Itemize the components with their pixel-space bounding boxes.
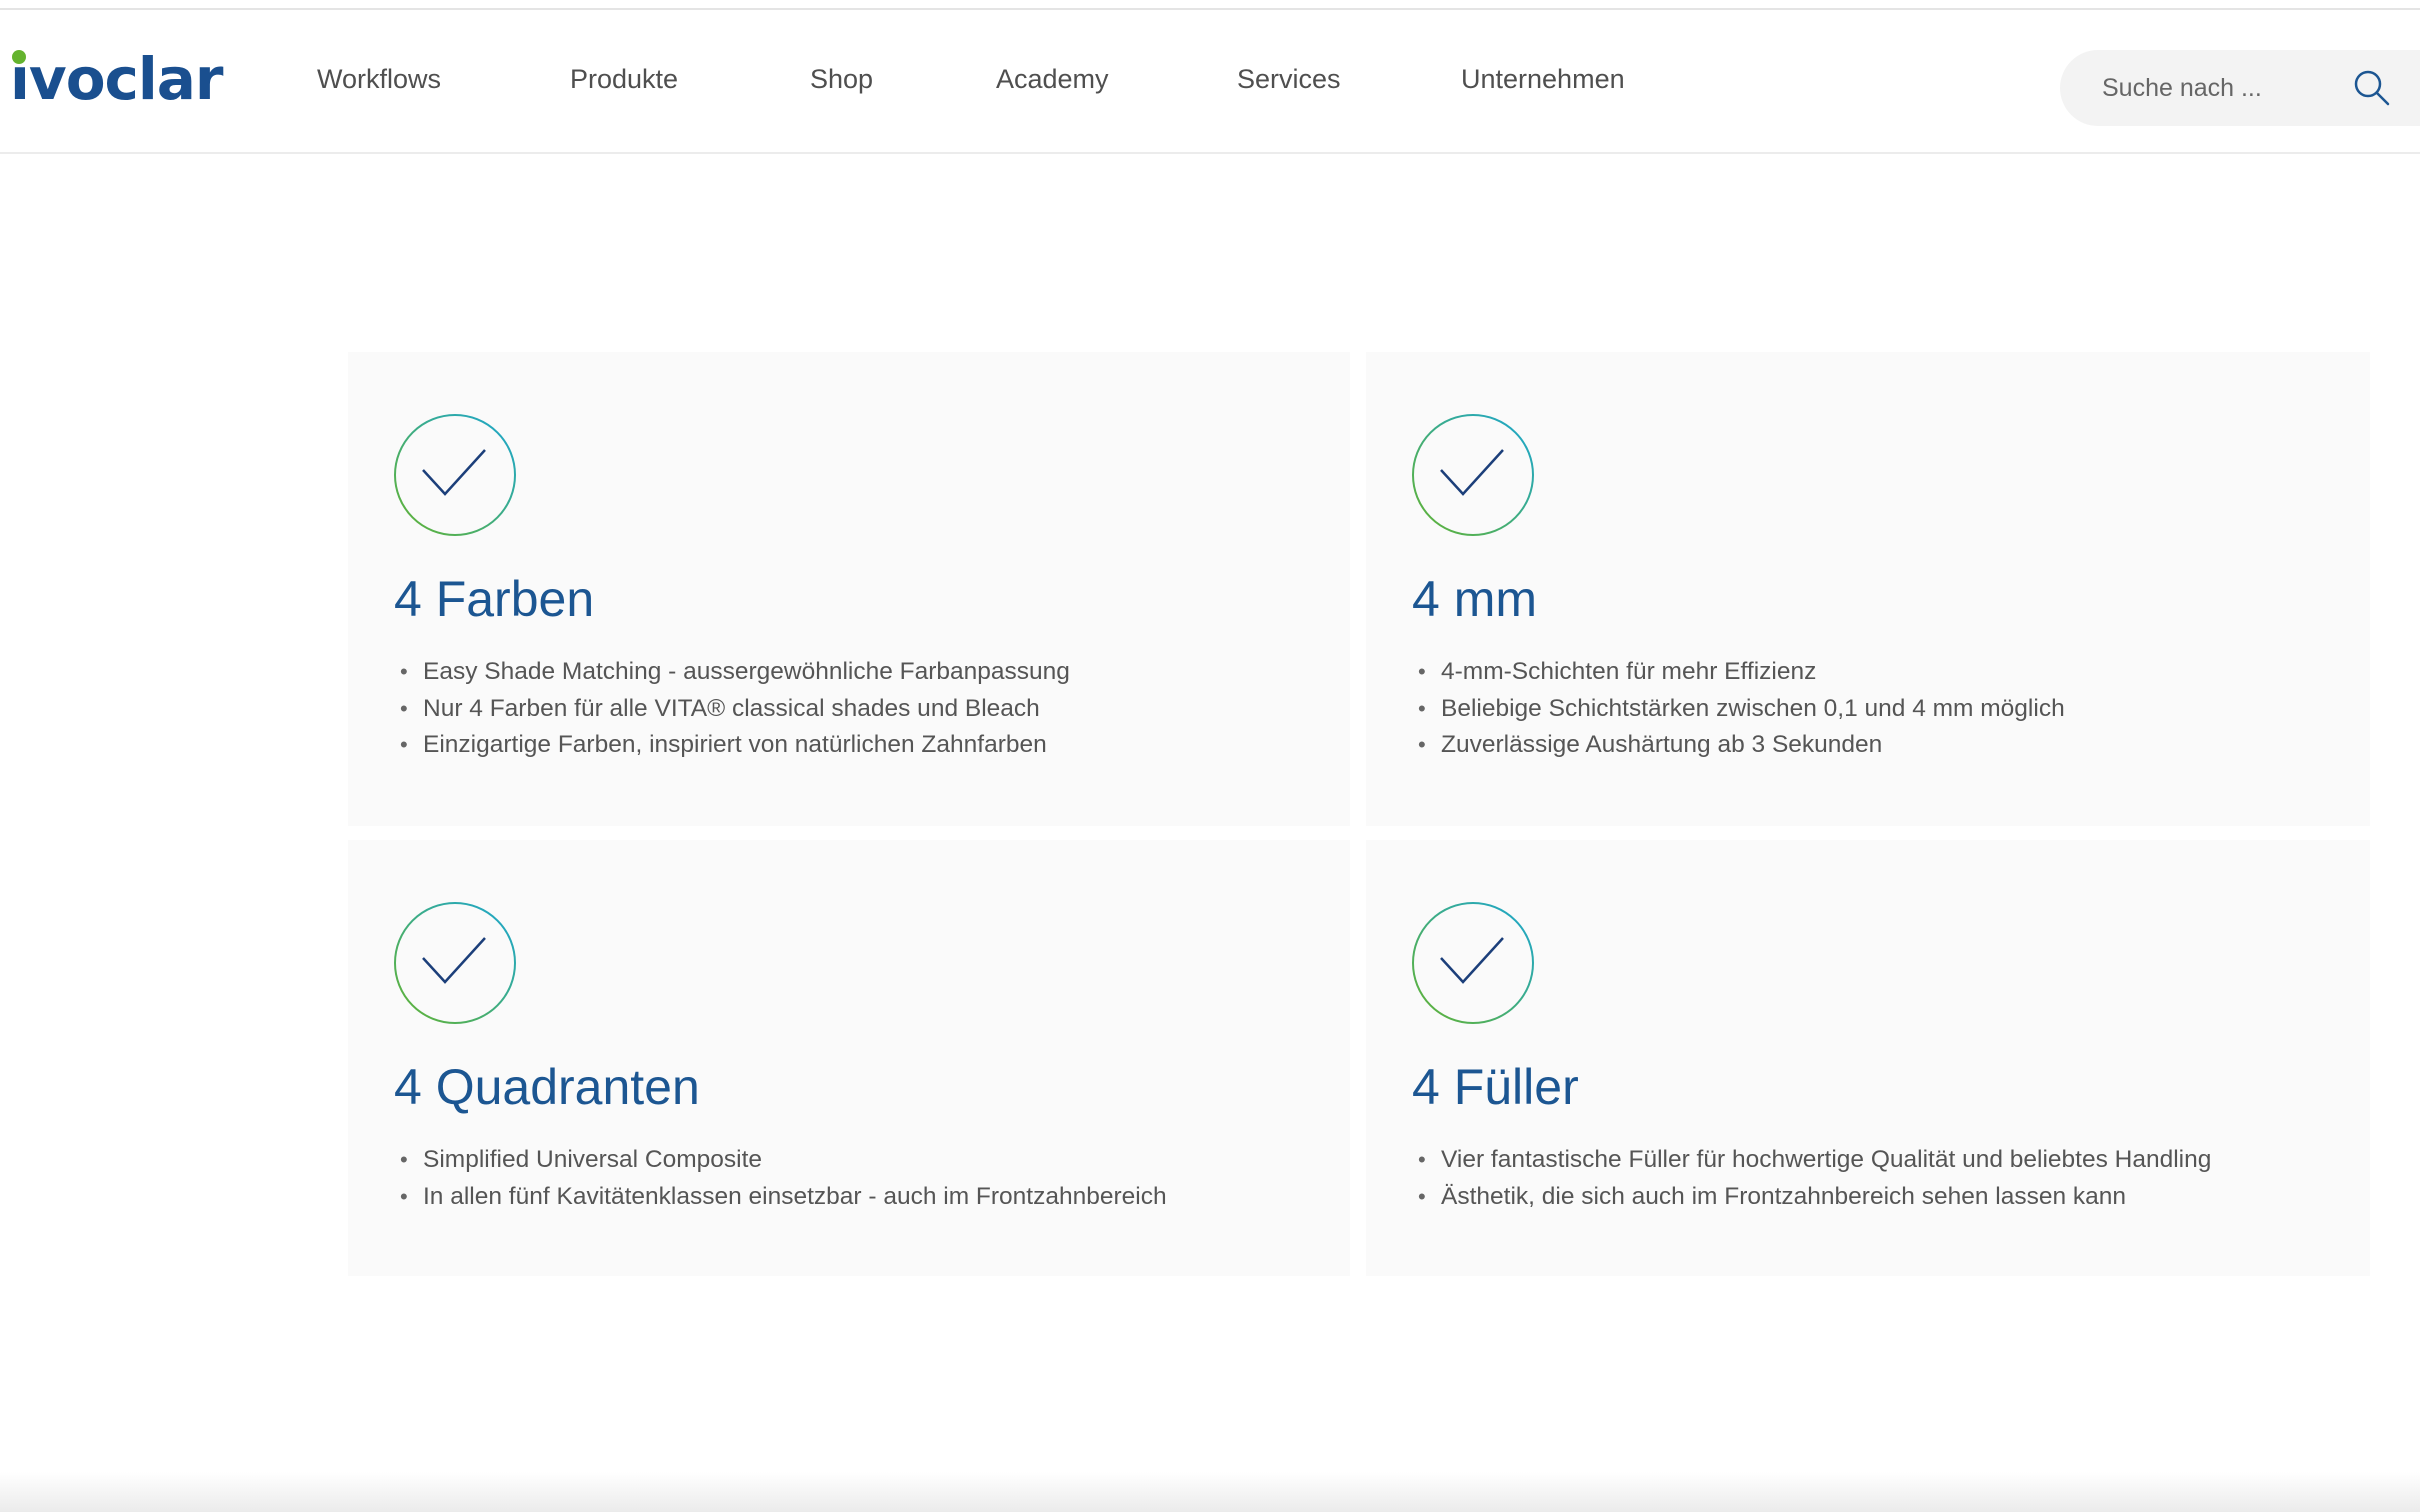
list-item: 4-mm-Schichten für mehr Effizienz	[1412, 654, 2065, 691]
nav-item-academy[interactable]: Academy	[996, 64, 1109, 95]
feature-card-mm: 4 mm 4-mm-Schichten für mehr Effizienz B…	[1366, 352, 2370, 826]
check-circle-icon	[394, 902, 516, 1024]
list-item: In allen fünf Kavitätenklassen einsetzba…	[394, 1179, 1167, 1216]
feature-title: 4 Füller	[1412, 1059, 1579, 1115]
feature-list: Simplified Universal Composite In allen …	[394, 1142, 1167, 1215]
logo-dot-icon	[12, 50, 26, 64]
nav-item-produkte[interactable]: Produkte	[570, 64, 678, 95]
search-input[interactable]	[2100, 72, 2324, 104]
feature-list: 4-mm-Schichten für mehr Effizienz Belieb…	[1412, 654, 2065, 764]
list-item: Ästhetik, die sich auch im Frontzahnbere…	[1412, 1179, 2211, 1216]
feature-list: Vier fantastische Füller für hochwertige…	[1412, 1142, 2211, 1215]
list-item: Simplified Universal Composite	[394, 1142, 1167, 1179]
nav-item-shop[interactable]: Shop	[810, 64, 873, 95]
list-item: Vier fantastische Füller für hochwertige…	[1412, 1142, 2211, 1179]
check-circle-icon	[1412, 902, 1534, 1024]
nav-item-services[interactable]: Services	[1237, 64, 1341, 95]
feature-card-quadranten: 4 Quadranten Simplified Universal Compos…	[348, 840, 1350, 1276]
feature-title: 4 Farben	[394, 571, 595, 627]
search-icon[interactable]	[2352, 68, 2392, 108]
nav-item-workflows[interactable]: Workflows	[317, 64, 441, 95]
feature-title: 4 Quadranten	[394, 1059, 700, 1115]
list-item: Nur 4 Farben für alle VITA® classical sh…	[394, 691, 1070, 728]
feature-title: 4 mm	[1412, 571, 1537, 627]
feature-list: Easy Shade Matching - aussergewöhnliche …	[394, 654, 1070, 764]
logo[interactable]: ivoclar	[10, 44, 224, 114]
search-box	[2060, 50, 2420, 126]
check-circle-icon	[1412, 414, 1534, 536]
site-header: ivoclar Workflows Produkte Shop Academy …	[0, 10, 2420, 154]
logo-text: ivoclar	[10, 45, 224, 113]
list-item: Einzigartige Farben, inspiriert von natü…	[394, 727, 1070, 764]
list-item: Beliebige Schichtstärken zwischen 0,1 un…	[1412, 691, 2065, 728]
list-item: Zuverlässige Aushärtung ab 3 Sekunden	[1412, 727, 2065, 764]
feature-card-fueller: 4 Füller Vier fantastische Füller für ho…	[1366, 840, 2370, 1276]
list-item: Easy Shade Matching - aussergewöhnliche …	[394, 654, 1070, 691]
feature-card-farben: 4 Farben Easy Shade Matching - aussergew…	[348, 352, 1350, 826]
nav-item-unternehmen[interactable]: Unternehmen	[1461, 64, 1625, 95]
check-circle-icon	[394, 414, 516, 536]
bottom-shadow	[0, 1472, 2420, 1512]
